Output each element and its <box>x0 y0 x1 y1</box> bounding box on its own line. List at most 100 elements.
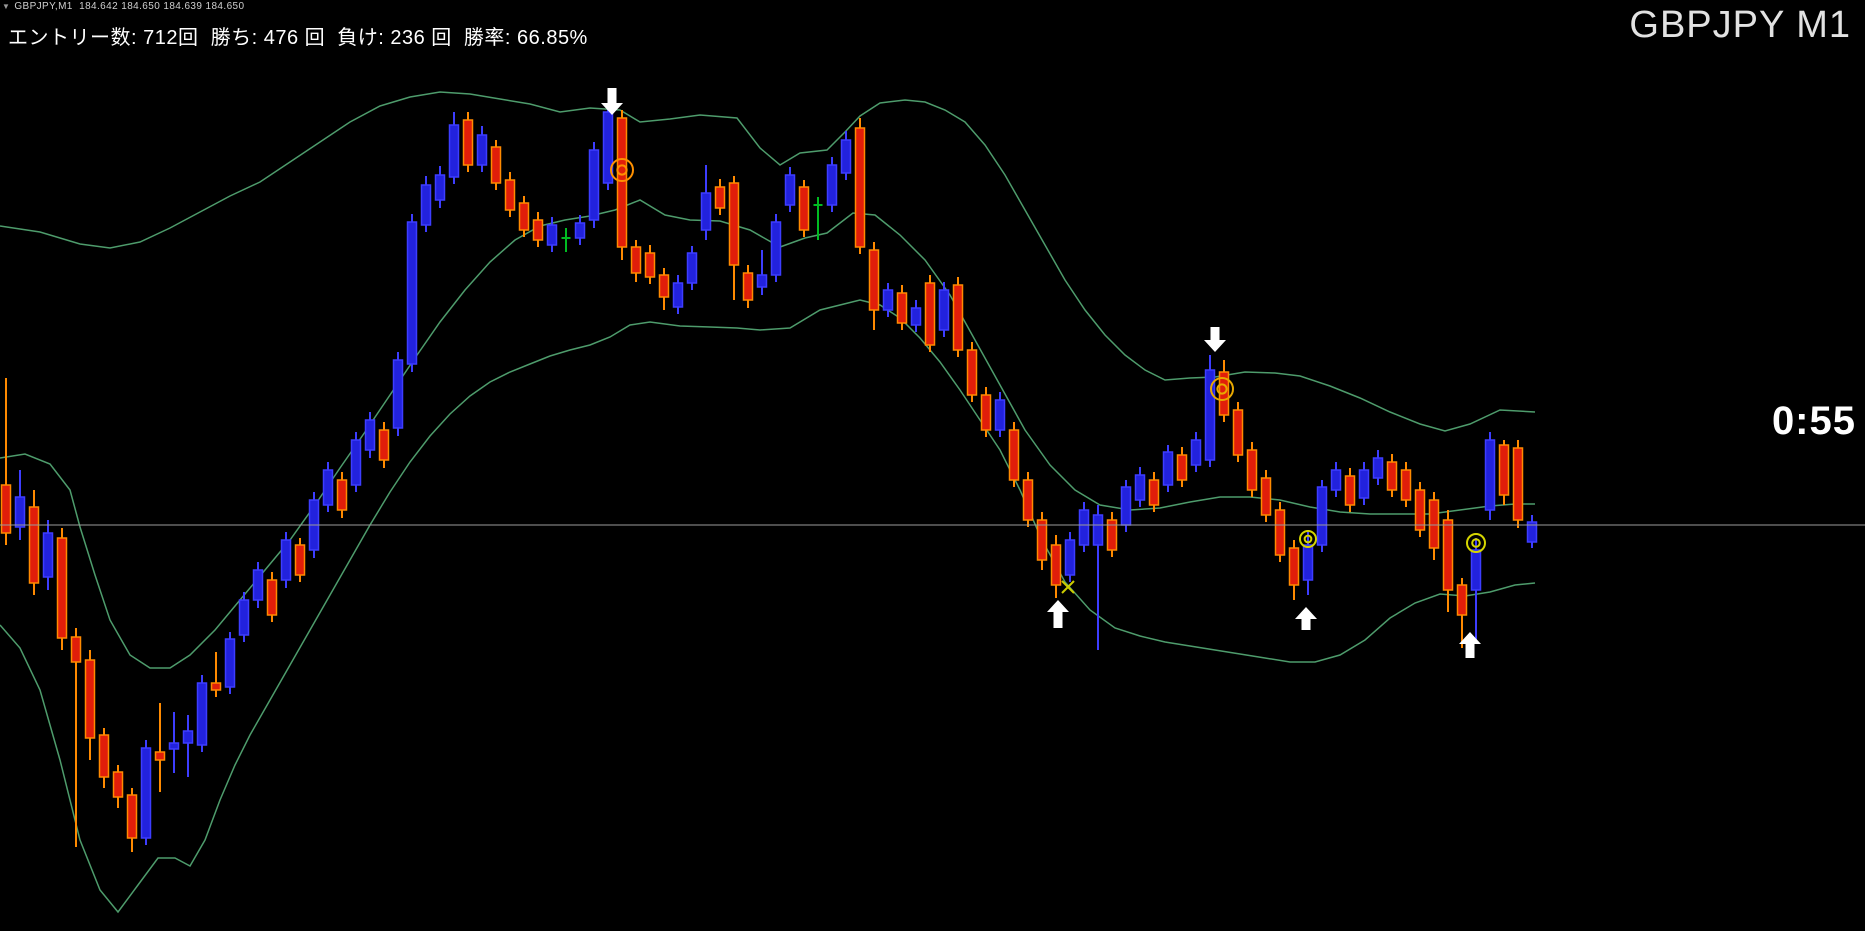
bull-candle-body <box>1484 439 1496 511</box>
bull-candle-body <box>350 439 362 486</box>
bear-candle-body <box>1050 544 1062 586</box>
bear-candle-body <box>868 249 880 311</box>
bull-candle-body <box>686 252 698 284</box>
bear-candle-body <box>1246 449 1258 491</box>
bear-candle-body <box>896 292 908 324</box>
bull-candle-body <box>784 174 796 206</box>
bull-candle-body <box>1372 457 1384 479</box>
bull-candle-body <box>1190 439 1202 466</box>
bull-candle-body <box>42 532 54 578</box>
bear-candle-body <box>532 219 544 241</box>
bear-candle-body <box>1148 479 1160 506</box>
bear-candle-body <box>462 119 474 166</box>
bear-candle-body <box>798 186 810 231</box>
bear-candle-body <box>1400 469 1412 501</box>
buy-entry-arrow-icon <box>1295 607 1317 630</box>
bear-candle-body <box>728 182 740 266</box>
bull-candle-body <box>672 282 684 308</box>
bull-candle-body <box>434 174 446 201</box>
bear-candle-body <box>1036 519 1048 561</box>
bear-candle-body <box>616 117 628 248</box>
bear-candle-body <box>112 771 124 798</box>
bear-candle-body <box>966 349 978 396</box>
candle-countdown-timer: 0:55 <box>1771 399 1856 443</box>
bear-candle-body <box>854 127 866 248</box>
bull-candle-body <box>224 638 236 688</box>
symbol-ohlc-text: GBPJPY,M1 184.642 184.650 184.639 184.65… <box>14 1 245 12</box>
bull-candle-body <box>182 730 194 744</box>
bear-candle-body <box>1008 429 1020 481</box>
bear-candle-body <box>294 544 306 576</box>
bull-candle-body <box>238 599 250 636</box>
bull-candle-body <box>840 139 852 174</box>
bear-candle-body <box>56 537 68 639</box>
bear-candle-body <box>924 282 936 346</box>
bear-candle-body <box>644 252 656 278</box>
bull-candle-body <box>1302 544 1314 581</box>
bear-candle-body <box>952 284 964 351</box>
entry-stats-label: エントリー数: 712回 勝ち: 476 回 負け: 236 回 勝率: 66.… <box>8 27 588 49</box>
bull-candle-body <box>1064 539 1076 576</box>
bear-candle-body <box>70 636 82 663</box>
bear-candle-body <box>1414 489 1426 531</box>
bear-candle-body <box>1274 509 1286 556</box>
bear-candle-body <box>1288 547 1300 586</box>
bollinger-middle-band-line <box>0 199 1535 669</box>
bull-candle-body <box>448 124 460 178</box>
bear-candle-body <box>0 484 12 534</box>
bear-candle-body <box>98 734 110 778</box>
symbol-ohlc-info[interactable]: ▼ GBPJPY,M1 184.642 184.650 184.639 184.6… <box>2 1 244 13</box>
bear-candle-body <box>1386 461 1398 491</box>
bear-candle-body <box>518 202 530 231</box>
bull-candle-body <box>1134 474 1146 501</box>
bear-candle-body <box>742 272 754 301</box>
bull-candle-body <box>196 682 208 746</box>
bull-candle-body <box>770 221 782 276</box>
bull-candle-body <box>420 184 432 226</box>
bull-candle-body <box>546 224 558 246</box>
bull-candle-body <box>1470 549 1482 591</box>
bull-candle-body <box>826 164 838 206</box>
bull-candle-body <box>1358 469 1370 499</box>
bear-candle-body <box>1232 409 1244 456</box>
bear-candle-body <box>154 751 166 761</box>
bear-candle-body <box>336 479 348 511</box>
bear-candle-body <box>1498 444 1510 496</box>
bear-candle-body <box>714 186 726 209</box>
bear-candle-body <box>1344 475 1356 506</box>
bull-candle-body <box>140 747 152 839</box>
bear-candle-body <box>630 246 642 274</box>
bollinger-lower-band-line <box>0 299 1536 914</box>
symbol-watermark: GBPJPY M1 <box>1629 4 1851 46</box>
bear-candle-body <box>126 794 138 839</box>
bear-candle-body <box>210 682 222 691</box>
bull-candle-body <box>910 307 922 326</box>
bull-candle-body <box>322 469 334 506</box>
bull-candle-body <box>1316 486 1328 546</box>
bear-candle-body <box>28 506 40 584</box>
bear-candle-body <box>1176 454 1188 481</box>
bull-candle-body <box>700 192 712 231</box>
bull-candle-body <box>392 359 404 429</box>
bear-candle-body <box>1428 499 1440 549</box>
candlestick-series <box>0 104 1538 852</box>
bull-candle-body <box>574 222 586 239</box>
bull-candle-body <box>364 419 376 451</box>
bull-candle-body <box>476 134 488 166</box>
bear-candle-body <box>490 146 502 184</box>
bull-candle-body <box>168 742 180 750</box>
bear-candle-body <box>1442 519 1454 591</box>
exit-cross-icon <box>1061 580 1075 594</box>
bull-candle-body <box>994 399 1006 431</box>
bear-candle-body <box>84 659 96 739</box>
bear-candle-body <box>504 179 516 211</box>
bear-candle-body <box>266 579 278 616</box>
bull-candle-body <box>938 289 950 331</box>
bull-candle-body <box>756 274 768 288</box>
bollinger-bands <box>0 91 1536 914</box>
symbol-dropdown-icon[interactable]: ▼ <box>2 2 10 11</box>
bull-candle-body <box>14 496 26 528</box>
bull-candle-body <box>1092 514 1104 546</box>
bull-candle-body <box>588 149 600 221</box>
price-chart-canvas <box>0 88 1865 914</box>
